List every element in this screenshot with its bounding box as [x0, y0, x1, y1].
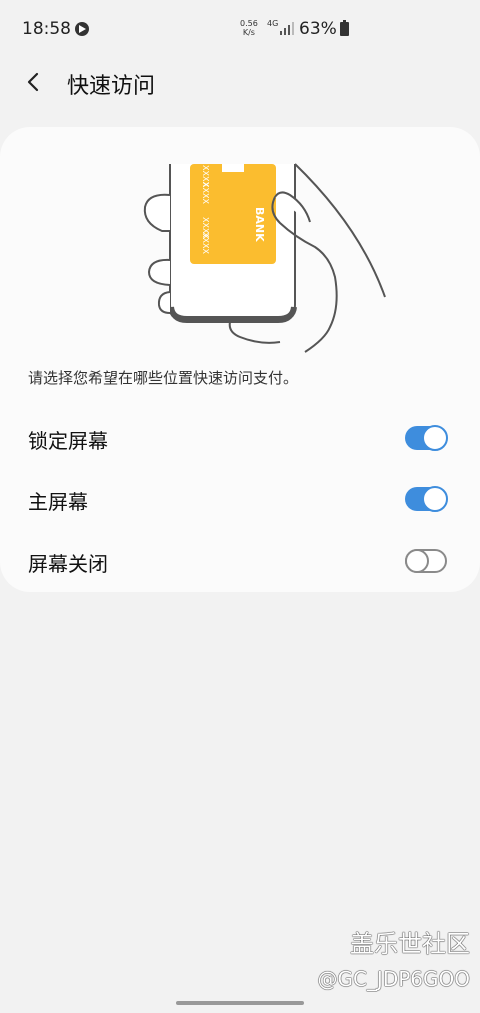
page-title: 快速访问	[67, 74, 156, 99]
status-bar: 18:58 0.56 K/s 4G 63%	[0, 0, 480, 58]
description-text: 请选择您希望在哪些位置快速访问支付。	[28, 369, 299, 387]
watermark: 盖乐世社区 @GC_JDP6GOO	[317, 930, 470, 992]
option-label: 锁定屏幕	[28, 429, 108, 453]
toggle-knob	[422, 486, 448, 512]
back-button[interactable]	[18, 66, 50, 98]
network-speed-value: 0.56	[240, 19, 258, 28]
battery-percent: 63%	[299, 19, 337, 39]
home-screen-toggle[interactable]	[405, 486, 448, 512]
network-type: 4G	[267, 19, 278, 28]
signal-icon	[280, 22, 294, 35]
watermark-user: @GC_JDP6GOO	[317, 967, 470, 991]
option-label: 屏幕关闭	[28, 552, 108, 576]
network-speed-unit: K/s	[242, 28, 255, 37]
status-time: 18:58	[22, 19, 71, 39]
card-bank-label: BANK	[253, 207, 266, 242]
network-speed: 0.56 K/s	[240, 19, 258, 37]
play-icon	[75, 22, 89, 36]
option-home-screen[interactable]: 主屏幕	[0, 470, 480, 528]
screen-off-toggle[interactable]	[405, 549, 447, 573]
chevron-left-icon	[27, 72, 39, 92]
option-screen-off[interactable]: 屏幕关闭	[0, 532, 480, 590]
hand-holding-phone-illustration: XXXX XXXX XXXX XXXX BANK	[143, 163, 386, 353]
option-lock-screen[interactable]: 锁定屏幕	[0, 409, 480, 467]
toggle-knob	[422, 425, 448, 451]
card-number-4: XXXX	[201, 232, 210, 254]
battery-icon	[340, 20, 349, 36]
toggle-knob	[405, 549, 429, 573]
header: 快速访问	[0, 58, 480, 108]
settings-card: XXXX XXXX XXXX XXXX BANK 请选择您希望在哪些位置快速访问…	[0, 127, 480, 592]
network-type-label: 4G	[267, 19, 279, 28]
watermark-title: 盖乐世社区	[350, 930, 470, 958]
card-number-2: XXXX	[201, 182, 210, 204]
option-label: 主屏幕	[28, 490, 88, 514]
lock-screen-toggle[interactable]	[405, 425, 448, 451]
home-indicator[interactable]	[176, 1001, 304, 1005]
